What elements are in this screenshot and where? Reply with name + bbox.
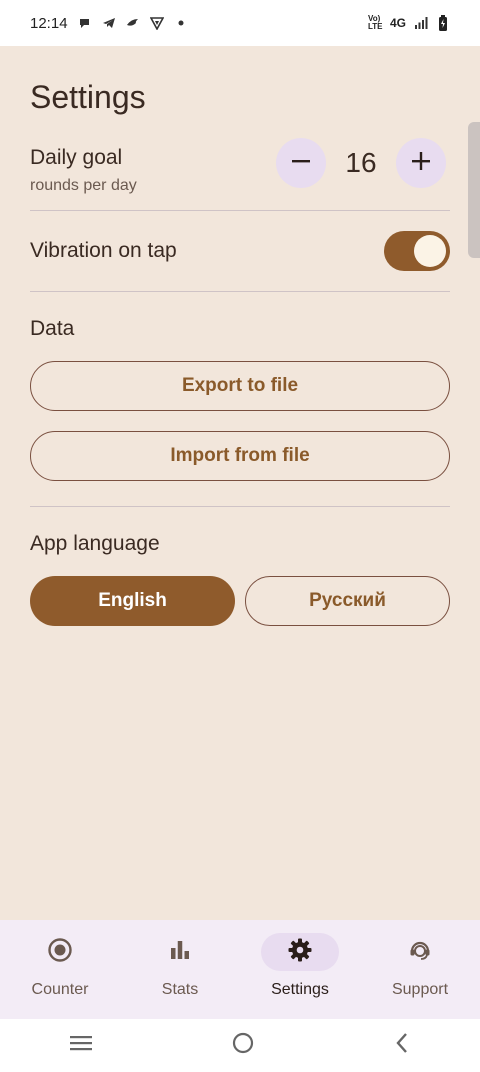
language-section-title: App language xyxy=(30,532,160,555)
divider xyxy=(30,506,450,507)
menu-icon[interactable] xyxy=(68,1033,94,1058)
bar-chart-icon xyxy=(168,938,192,967)
daily-goal-subtitle: rounds per day xyxy=(30,177,137,194)
telegram-icon xyxy=(102,16,116,30)
volte-label: Vo) LTE xyxy=(367,14,383,31)
nav-label-stats: Stats xyxy=(161,981,199,998)
daily-goal-stepper: 16 xyxy=(276,138,446,188)
settings-content: Settings Daily goal rounds per day 16 Vi… xyxy=(30,46,450,626)
nav-pill xyxy=(381,933,459,971)
bird-icon xyxy=(126,16,140,30)
nav-label-support: Support xyxy=(391,981,449,998)
scroll-indicator[interactable] xyxy=(468,122,480,258)
language-english-button[interactable]: English xyxy=(30,576,235,626)
vibration-toggle[interactable] xyxy=(384,231,450,271)
nav-item-stats[interactable]: Stats xyxy=(120,920,240,1019)
nav-item-settings[interactable]: Settings xyxy=(240,920,360,1019)
back-icon[interactable] xyxy=(392,1031,412,1060)
page-title: Settings xyxy=(30,79,146,115)
status-left: 12:14 xyxy=(30,15,188,32)
nav-pill-active xyxy=(261,933,339,971)
language-russian-button[interactable]: Русский xyxy=(245,576,450,626)
daily-goal-value: 16 xyxy=(345,147,377,178)
dot-icon xyxy=(174,16,188,30)
divider xyxy=(30,291,450,292)
vpn-shield-icon xyxy=(149,16,164,30)
export-button[interactable]: Export to file xyxy=(30,361,450,411)
support-agent-icon xyxy=(407,937,433,968)
battery-icon xyxy=(436,15,450,31)
signal-icon xyxy=(414,16,428,30)
nav-label-counter: Counter xyxy=(31,981,89,998)
increment-button[interactable] xyxy=(396,138,446,188)
chat-bubble-icon xyxy=(78,16,92,30)
vibration-label: Vibration on tap xyxy=(30,239,177,262)
nav-item-counter[interactable]: Counter xyxy=(0,920,120,1019)
nav-pill xyxy=(141,933,219,971)
status-right: Vo) LTE 4G xyxy=(368,15,450,31)
toggle-knob xyxy=(414,235,446,267)
import-button[interactable]: Import from file xyxy=(30,431,450,481)
home-icon[interactable] xyxy=(231,1031,255,1060)
status-bar: 12:14 Vo) LTE 4G xyxy=(0,0,480,46)
gear-icon xyxy=(287,937,313,968)
daily-goal-title: Daily goal xyxy=(30,146,123,169)
nav-item-support[interactable]: Support xyxy=(360,920,480,1019)
record-circle-icon xyxy=(47,937,73,968)
language-options: English Русский xyxy=(30,576,450,626)
minus-icon xyxy=(290,150,312,177)
bottom-nav: Counter Stats Settings Support xyxy=(0,920,480,1019)
status-time: 12:14 xyxy=(30,14,68,32)
decrement-button[interactable] xyxy=(276,138,326,188)
nav-label-settings: Settings xyxy=(271,981,329,998)
nav-pill xyxy=(21,933,99,971)
network-label: 4G xyxy=(389,16,406,30)
plus-icon xyxy=(410,150,432,177)
data-section-title: Data xyxy=(30,317,75,340)
system-nav-bar xyxy=(0,1019,480,1072)
vibration-row: Vibration on tap xyxy=(30,211,450,291)
daily-goal-row: Daily goal rounds per day 16 xyxy=(30,138,450,210)
